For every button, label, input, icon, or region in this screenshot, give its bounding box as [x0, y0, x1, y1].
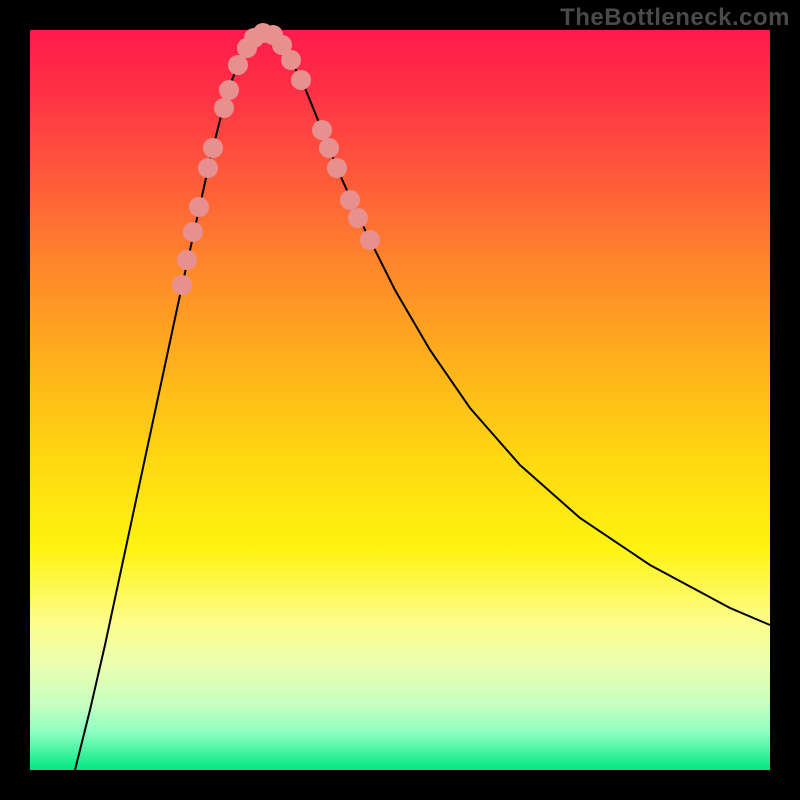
marker-point — [219, 80, 239, 100]
marker-point — [312, 120, 332, 140]
watermark-text: TheBottleneck.com — [560, 4, 790, 32]
marker-point — [319, 138, 339, 158]
chart-frame: TheBottleneck.com — [0, 0, 800, 800]
chart-svg — [30, 30, 770, 770]
marker-point — [214, 98, 234, 118]
marker-point — [340, 190, 360, 210]
marker-point — [183, 222, 203, 242]
marker-point — [327, 158, 347, 178]
marker-point — [172, 275, 192, 295]
marker-point — [360, 230, 380, 250]
marker-point — [348, 208, 368, 228]
marker-point — [198, 158, 218, 178]
marker-point — [228, 55, 248, 75]
bottleneck-curve — [75, 32, 770, 770]
marker-point — [291, 70, 311, 90]
marker-point — [203, 138, 223, 158]
highlighted-points — [172, 23, 380, 295]
marker-point — [177, 250, 197, 270]
marker-point — [281, 50, 301, 70]
marker-point — [189, 197, 209, 217]
